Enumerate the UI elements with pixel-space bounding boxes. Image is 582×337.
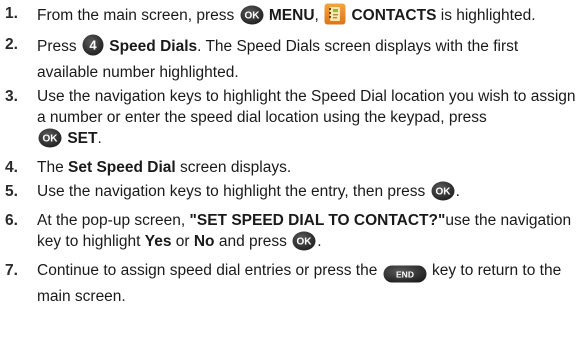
step-number: 4. — [5, 159, 18, 176]
menu-label: MENU — [268, 7, 315, 24]
yes-label: Yes — [144, 233, 172, 250]
step-text: . — [455, 183, 460, 200]
steps-list: 1. From the main screen, press OK MENU, … — [0, 3, 578, 307]
contacts-icon — [324, 3, 346, 31]
step-number: 7. — [5, 262, 18, 279]
end-key-icon: END — [383, 265, 427, 286]
contacts-label: CONTACTS — [351, 7, 437, 24]
ok-key-label: OK — [244, 11, 260, 22]
step-text: screen displays. — [175, 159, 292, 176]
step-number: 6. — [5, 212, 18, 229]
step-text: Continue to assign speed dial entries or… — [37, 262, 382, 279]
ok-key-icon: OK — [292, 231, 316, 257]
step-number: 1. — [5, 5, 18, 22]
step-text: . — [317, 233, 322, 250]
step-text: or — [171, 233, 194, 250]
no-label: No — [193, 233, 215, 250]
number-4-key-icon: 4 — [82, 34, 104, 62]
step-text: and press — [214, 233, 292, 250]
step-number: 3. — [5, 88, 18, 105]
step-text: . — [97, 130, 102, 147]
step-text: is highlighted. — [436, 7, 536, 24]
end-key-label: END — [396, 270, 414, 280]
step-5: 5. Use the navigation keys to highlight … — [0, 181, 578, 207]
step-text: Use the navigation keys to highlight the… — [37, 183, 430, 200]
step-number: 2. — [5, 36, 18, 53]
step-text: , — [314, 7, 324, 24]
step-7: 7. Continue to assign speed dial entries… — [0, 260, 578, 307]
step-number: 5. — [5, 183, 18, 200]
ok-key-label: OK — [435, 187, 451, 198]
step-2: 2. Press 4 Speed Dials. The Speed Dials … — [0, 34, 578, 83]
ok-key-icon: OK — [240, 5, 264, 31]
step-3: 3. Use the navigation keys to highlight … — [0, 86, 578, 154]
instruction-page: 1. From the main screen, press OK MENU, … — [0, 0, 582, 337]
popup-prompt-label: "SET SPEED DIAL TO CONTACT?" — [189, 212, 446, 229]
step-text: Use the navigation keys to highlight the… — [37, 88, 576, 126]
step-1: 1. From the main screen, press OK MENU, … — [0, 3, 578, 31]
step-text: At the pop-up screen, — [37, 212, 190, 229]
step-6: 6. At the pop-up screen, "SET SPEED DIAL… — [0, 210, 578, 257]
step-4: 4. The Set Speed Dial screen displays. — [0, 157, 578, 178]
speed-dials-label: Speed Dials — [109, 38, 198, 55]
ok-key-icon: OK — [38, 128, 62, 154]
set-speed-dial-label: Set Speed Dial — [68, 159, 176, 176]
ok-key-label: OK — [43, 134, 59, 145]
set-label: SET — [67, 130, 98, 147]
step-text: From the main screen, press — [37, 7, 239, 24]
ok-key-label: OK — [297, 237, 313, 248]
step-text: Press — [37, 38, 81, 55]
key-4-label: 4 — [89, 38, 97, 53]
ok-key-icon: OK — [431, 181, 455, 207]
step-text: The — [37, 159, 69, 176]
